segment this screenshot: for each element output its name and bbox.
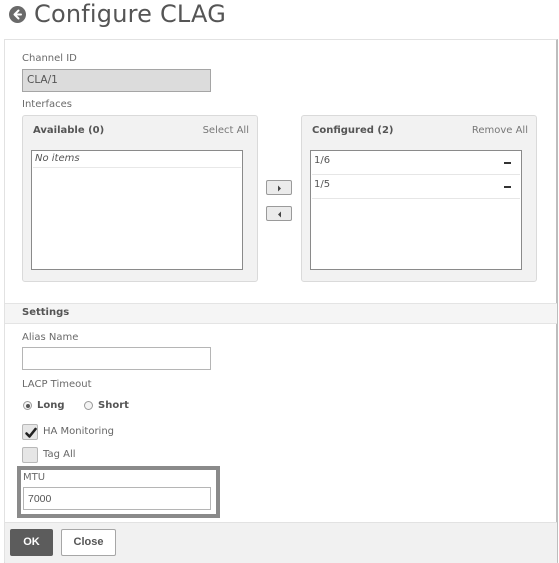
mtu-input[interactable] xyxy=(23,487,211,510)
form-footer: OK Close xyxy=(5,522,557,563)
move-left-button[interactable] xyxy=(266,206,292,221)
available-interfaces-panel: Available (0) Select All No items xyxy=(22,115,258,282)
configured-interfaces-panel: Configured (2) Remove All 1/6 1/5 xyxy=(301,115,537,282)
interfaces-label: Interfaces xyxy=(22,99,72,110)
settings-title: Settings xyxy=(22,307,70,318)
radio-long-label[interactable]: Long xyxy=(37,400,65,411)
close-button[interactable]: Close xyxy=(61,529,116,556)
page-header: Configure CLAG xyxy=(0,0,559,38)
available-list[interactable]: No items xyxy=(31,150,243,270)
interface-label: 1/5 xyxy=(314,179,331,190)
tag-all-checkbox[interactable] xyxy=(22,447,38,463)
minus-icon[interactable] xyxy=(504,162,511,164)
ok-button[interactable]: OK xyxy=(10,529,53,556)
triangle-right-icon xyxy=(278,185,281,192)
list-item[interactable]: 1/5 xyxy=(312,176,520,199)
available-title: Available (0) xyxy=(33,125,105,136)
tag-all-label: Tag All xyxy=(43,449,76,460)
lacp-timeout-label: LACP Timeout xyxy=(22,379,92,390)
ha-monitoring-checkbox[interactable] xyxy=(22,424,38,440)
configured-list[interactable]: 1/6 1/5 xyxy=(310,150,522,270)
checkmark-icon xyxy=(25,427,37,438)
radio-short-label[interactable]: Short xyxy=(98,400,129,411)
move-right-button[interactable] xyxy=(266,180,292,195)
remove-all-link[interactable]: Remove All xyxy=(472,125,528,136)
mtu-highlight-frame: MTU xyxy=(17,466,220,518)
mtu-label: MTU xyxy=(23,472,46,483)
alias-name-input[interactable] xyxy=(22,347,211,370)
empty-list-message: No items xyxy=(33,152,241,168)
ha-monitoring-label: HA Monitoring xyxy=(43,426,115,437)
configured-title: Configured (2) xyxy=(312,125,394,136)
channel-id-label: Channel ID xyxy=(22,53,77,64)
minus-icon[interactable] xyxy=(504,186,511,188)
alias-name-label: Alias Name xyxy=(22,332,79,343)
select-all-link[interactable]: Select All xyxy=(203,125,249,136)
back-arrow-icon[interactable] xyxy=(9,6,26,23)
interface-label: 1/6 xyxy=(314,155,331,166)
configure-clag-form: Channel ID CLA/1 Interfaces Available (0… xyxy=(4,39,558,563)
page-title: Configure CLAG xyxy=(34,0,227,28)
channel-id-field: CLA/1 xyxy=(22,69,211,92)
settings-section-header: Settings xyxy=(5,303,557,324)
triangle-left-icon xyxy=(278,211,281,218)
radio-long[interactable] xyxy=(23,401,32,410)
list-item[interactable]: 1/6 xyxy=(312,152,520,175)
radio-short[interactable] xyxy=(84,401,93,410)
